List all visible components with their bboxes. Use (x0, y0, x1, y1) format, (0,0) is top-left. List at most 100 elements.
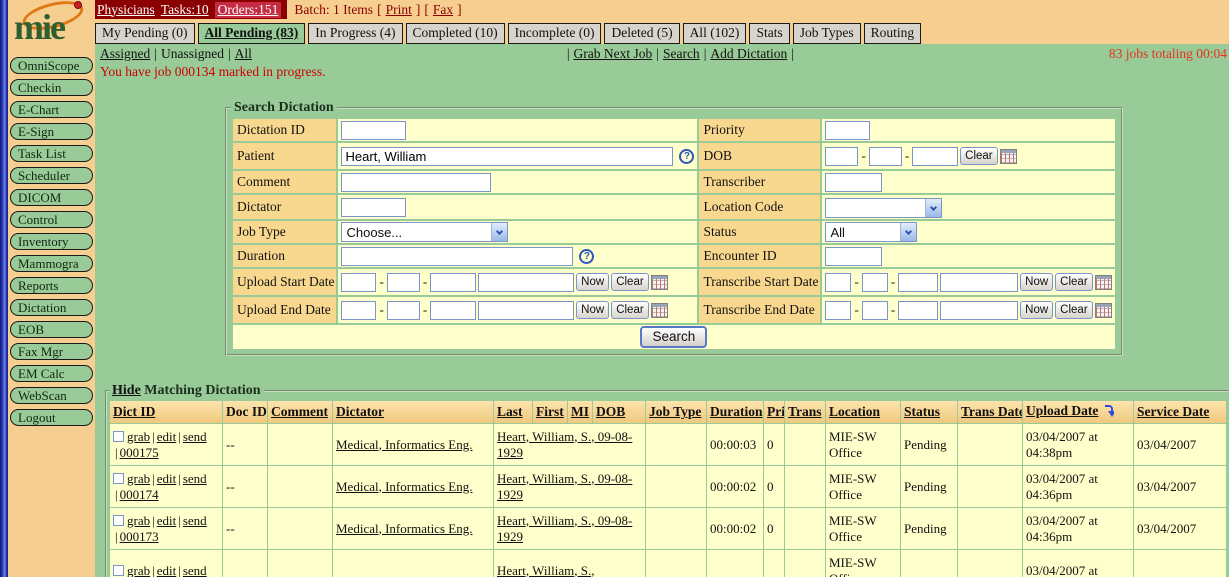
grab-link[interactable]: grab (127, 429, 150, 444)
patient-link[interactable]: Heart, William, S., 09-08-1929 (497, 513, 632, 544)
sidebar-item-mammography[interactable]: Mammogra (10, 255, 93, 272)
upload-start-month-input[interactable] (341, 273, 376, 292)
calendar-icon[interactable] (1095, 275, 1112, 290)
dictation-id-input[interactable] (341, 121, 406, 140)
edit-link[interactable]: edit (157, 471, 177, 486)
sidebar-item-control[interactable]: Control (10, 211, 93, 228)
col-comment[interactable]: Comment (268, 401, 332, 423)
sidebar-item-logout[interactable]: Logout (10, 409, 93, 426)
sidebar-item-echart[interactable]: E-Chart (10, 101, 93, 118)
edit-link[interactable]: edit (157, 563, 177, 577)
col-dictator[interactable]: Dictator (333, 401, 493, 423)
sidebar-item-inventory[interactable]: Inventory (10, 233, 93, 250)
dob-year-input[interactable] (912, 147, 958, 166)
row-checkbox[interactable] (113, 473, 124, 484)
dob-clear-button[interactable]: Clear (960, 147, 997, 165)
dictator-link[interactable]: Medical, Informatics Eng. (336, 437, 472, 452)
sidebar-item-esign[interactable]: E-Sign (10, 123, 93, 140)
transcribe-end-month-input[interactable] (825, 301, 851, 320)
sort-descending-icon[interactable] (1102, 404, 1114, 421)
add-dictation-link[interactable]: Add Dictation (710, 46, 787, 61)
now-button[interactable]: Now (1020, 301, 1053, 319)
edit-link[interactable]: edit (157, 513, 177, 528)
all-link[interactable]: All (235, 46, 252, 61)
tab-routing[interactable]: Routing (864, 23, 922, 44)
transcribe-end-year-input[interactable] (898, 301, 938, 320)
col-status[interactable]: Status (901, 401, 957, 423)
calendar-icon[interactable] (651, 275, 668, 290)
priority-input[interactable] (825, 121, 870, 140)
dictator-link[interactable]: Medical, Informatics Eng. (336, 479, 472, 494)
dob-day-input[interactable] (869, 147, 902, 166)
calendar-icon[interactable] (651, 303, 668, 318)
col-first[interactable]: First (533, 401, 567, 423)
col-mi[interactable]: MI (568, 401, 592, 423)
send-link[interactable]: send (183, 513, 207, 528)
location-code-select[interactable] (825, 198, 942, 218)
upload-start-day-input[interactable] (387, 273, 420, 292)
upload-end-time-input[interactable] (478, 301, 574, 320)
print-link[interactable]: Print (386, 2, 412, 18)
patient-input[interactable] (341, 147, 673, 166)
patient-link[interactable]: Heart, William, S., (497, 563, 594, 577)
tab-deleted[interactable]: Deleted (5) (604, 23, 679, 44)
upload-end-month-input[interactable] (341, 301, 376, 320)
patient-link[interactable]: Heart, William, S., 09-08-1929 (497, 471, 632, 502)
col-trans-date[interactable]: Trans Date (958, 401, 1022, 423)
grab-link[interactable]: grab (127, 471, 150, 486)
send-link[interactable]: send (183, 471, 207, 486)
tab-all[interactable]: All (102) (683, 23, 747, 44)
col-trans[interactable]: Trans (785, 401, 825, 423)
grab-link[interactable]: grab (127, 513, 150, 528)
assigned-link[interactable]: Assigned (100, 46, 150, 61)
status-select[interactable]: All (825, 222, 917, 242)
dict-id-link[interactable]: 000175 (120, 445, 159, 460)
job-type-select[interactable]: Choose... (341, 222, 508, 242)
comment-input[interactable] (341, 173, 491, 192)
sidebar-item-omniscope[interactable]: OmniScope (10, 57, 93, 74)
sidebar-item-eob[interactable]: EOB (10, 321, 93, 338)
transcribe-start-time-input[interactable] (940, 273, 1018, 292)
sidebar-item-em-calc[interactable]: EM Calc (10, 365, 93, 382)
tab-incomplete[interactable]: Incomplete (0) (508, 23, 602, 44)
clear-button[interactable]: Clear (611, 301, 648, 319)
grab-link[interactable]: grab (127, 563, 150, 577)
dob-month-input[interactable] (825, 147, 858, 166)
sidebar-item-dictation[interactable]: Dictation (10, 299, 93, 316)
transcribe-end-day-input[interactable] (862, 301, 888, 320)
hide-link[interactable]: Hide (112, 383, 141, 398)
tab-completed[interactable]: Completed (10) (406, 23, 505, 44)
sidebar-item-webscan[interactable]: WebScan (10, 387, 93, 404)
upload-end-year-input[interactable] (430, 301, 476, 320)
calendar-icon[interactable] (1000, 149, 1017, 164)
transcribe-end-time-input[interactable] (940, 301, 1018, 320)
send-link[interactable]: send (183, 563, 207, 577)
now-button[interactable]: Now (1020, 273, 1053, 291)
col-dob[interactable]: DOB (593, 401, 645, 423)
upload-start-year-input[interactable] (430, 273, 476, 292)
calendar-icon[interactable] (1095, 303, 1112, 318)
now-button[interactable]: Now (576, 301, 609, 319)
clear-button[interactable]: Clear (611, 273, 648, 291)
encounter-id-input[interactable] (825, 247, 882, 266)
sidebar-item-scheduler[interactable]: Scheduler (10, 167, 93, 184)
help-icon[interactable]: ? (579, 249, 594, 264)
sidebar-item-reports[interactable]: Reports (10, 277, 93, 294)
col-pri[interactable]: Pri (764, 401, 784, 423)
search-button[interactable]: Search (640, 326, 707, 348)
search-link[interactable]: Search (663, 46, 700, 61)
now-button[interactable]: Now (576, 273, 609, 291)
clear-button[interactable]: Clear (1055, 301, 1092, 319)
sidebar-item-fax-mgr[interactable]: Fax Mgr (10, 343, 93, 360)
tab-stats[interactable]: Stats (749, 23, 789, 44)
transcribe-start-year-input[interactable] (898, 273, 938, 292)
col-last[interactable]: Last (494, 401, 532, 423)
tasks-link[interactable]: Tasks:10 (161, 2, 209, 18)
sidebar-item-checkin[interactable]: Checkin (10, 79, 93, 96)
dictator-input[interactable] (341, 198, 406, 217)
dict-id-link[interactable]: 000173 (120, 529, 159, 544)
col-duration[interactable]: Duration (707, 401, 763, 423)
help-icon[interactable]: ? (679, 149, 694, 164)
grab-next-job-link[interactable]: Grab Next Job (574, 46, 653, 61)
upload-end-day-input[interactable] (387, 301, 420, 320)
